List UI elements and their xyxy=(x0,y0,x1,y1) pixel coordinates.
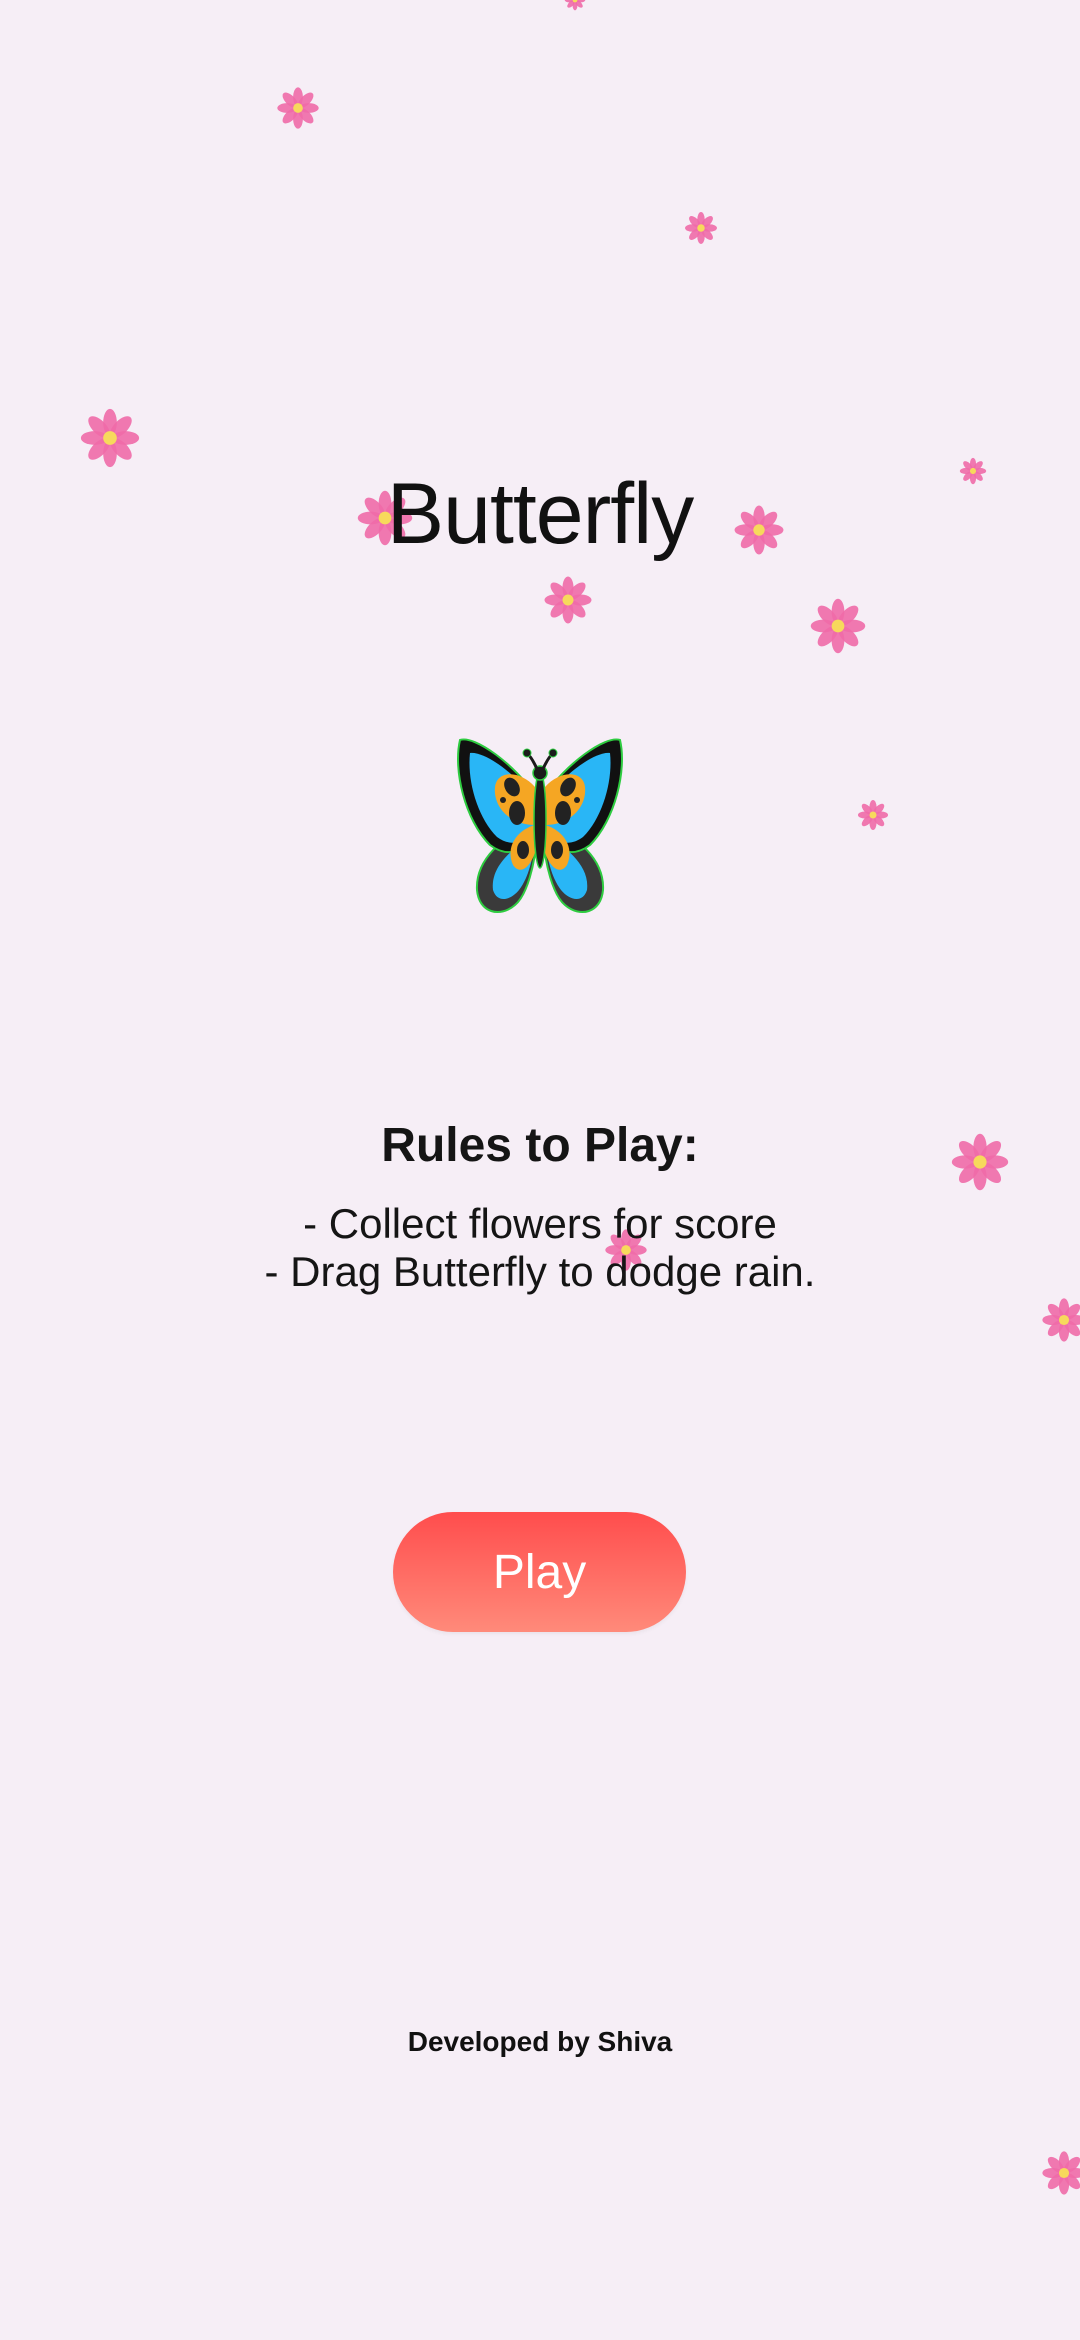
flower-icon xyxy=(1042,1298,1080,1342)
flower-icon xyxy=(810,598,866,654)
flower-icon xyxy=(1042,2151,1080,2195)
rule-item: - Collect flowers for score xyxy=(303,1200,777,1247)
rules-heading: Rules to Play: xyxy=(381,1119,699,1172)
flower-icon xyxy=(80,408,140,468)
flower-icon xyxy=(857,799,889,831)
flower-icon xyxy=(685,212,717,244)
rule-item: - Drag Butterfly to dodge rain. xyxy=(264,1248,816,1295)
game-menu-screen: Butterfly Rules to Play: - Collect flowe… xyxy=(0,0,1080,2340)
flower-icon xyxy=(564,0,586,11)
game-title: Butterfly xyxy=(386,466,694,562)
rules-list: - Collect flowers for score - Drag Butte… xyxy=(0,1200,1080,1296)
flower-icon xyxy=(544,576,592,624)
play-button[interactable]: Play xyxy=(393,1512,686,1632)
butterfly-icon xyxy=(457,738,623,913)
developer-credit: Developed by Shiva xyxy=(407,2026,673,2057)
flower-icon xyxy=(277,87,319,129)
